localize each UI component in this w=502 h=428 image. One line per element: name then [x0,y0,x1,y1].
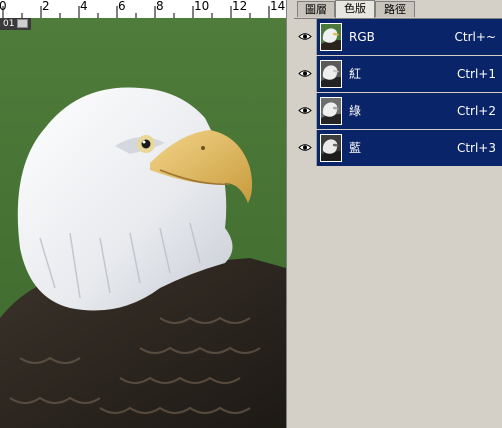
eagle-photo [0,18,286,428]
channel-row-rgb[interactable]: RGB Ctrl+~ [294,19,502,56]
channel-shortcut: Ctrl+3 [456,141,496,155]
eye-icon [298,144,312,151]
ruler-label: 0 [0,0,7,13]
channel-row-body[interactable]: 藍 Ctrl+3 [317,130,502,166]
tab-paths[interactable]: 路徑 [375,1,415,17]
eye-icon [298,70,312,77]
tab-paths-label: 路徑 [384,3,406,16]
channel-row-body[interactable]: RGB Ctrl+~ [317,19,502,55]
channels-panel: 圖層 色版 路徑 RGB Ctrl+~ 紅 Ctrl+1 綠 Ctrl+2 藍 … [294,0,502,428]
panel-tab-bar: 圖層 色版 路徑 [294,0,502,19]
channel-name: RGB [349,30,375,44]
visibility-toggle[interactable] [294,130,317,166]
visibility-toggle[interactable] [294,56,317,92]
channel-shortcut: Ctrl+2 [456,104,496,118]
channel-name: 藍 [349,141,362,155]
channel-thumbnail [320,134,342,162]
document-tag: 01 [0,18,32,30]
visibility-toggle[interactable] [294,93,317,129]
channel-row-red[interactable]: 紅 Ctrl+1 [294,56,502,93]
panel-divider[interactable] [286,0,294,428]
visibility-toggle[interactable] [294,19,317,55]
channel-shortcut: Ctrl+1 [456,67,496,81]
ruler-label: 14 [270,0,286,13]
ruler-label: 12 [232,0,248,13]
ruler-label: 10 [194,0,210,13]
channel-row-green[interactable]: 綠 Ctrl+2 [294,93,502,130]
tab-layers-label: 圖層 [305,3,327,16]
channel-shortcut: Ctrl+~ [454,30,496,44]
channel-row-body[interactable]: 紅 Ctrl+1 [317,56,502,92]
eye-icon [298,107,312,114]
channel-thumbnail [320,97,342,125]
channel-name: 綠 [349,104,362,118]
eye-icon [298,33,312,40]
channel-thumbnail [320,23,342,51]
tab-channels[interactable]: 色版 [335,0,375,18]
ruler-label: 4 [80,0,88,13]
ruler-label: 8 [156,0,164,13]
channel-thumbnail [320,60,342,88]
ruler-label: 2 [42,0,50,13]
horizontal-ruler: 0 2 4 6 8 10 12 14 [0,0,286,19]
gray-thumbnail-image [321,135,341,161]
channel-name: 紅 [349,67,362,81]
channel-list: RGB Ctrl+~ 紅 Ctrl+1 綠 Ctrl+2 藍 Ctrl+3 [294,19,502,167]
document-tag-label: 01 [3,19,15,29]
tab-channels-label: 色版 [344,2,366,15]
document-thumbnail-icon [17,19,29,28]
channel-row-body[interactable]: 綠 Ctrl+2 [317,93,502,129]
rgb-thumbnail-image [321,24,341,50]
document-canvas[interactable]: 0 2 4 6 8 10 12 14 01 [0,0,286,428]
tab-layers[interactable]: 圖層 [297,1,335,17]
ruler-label: 6 [118,0,126,13]
gray-thumbnail-image [321,61,341,87]
channel-row-blue[interactable]: 藍 Ctrl+3 [294,130,502,167]
gray-thumbnail-image [321,98,341,124]
